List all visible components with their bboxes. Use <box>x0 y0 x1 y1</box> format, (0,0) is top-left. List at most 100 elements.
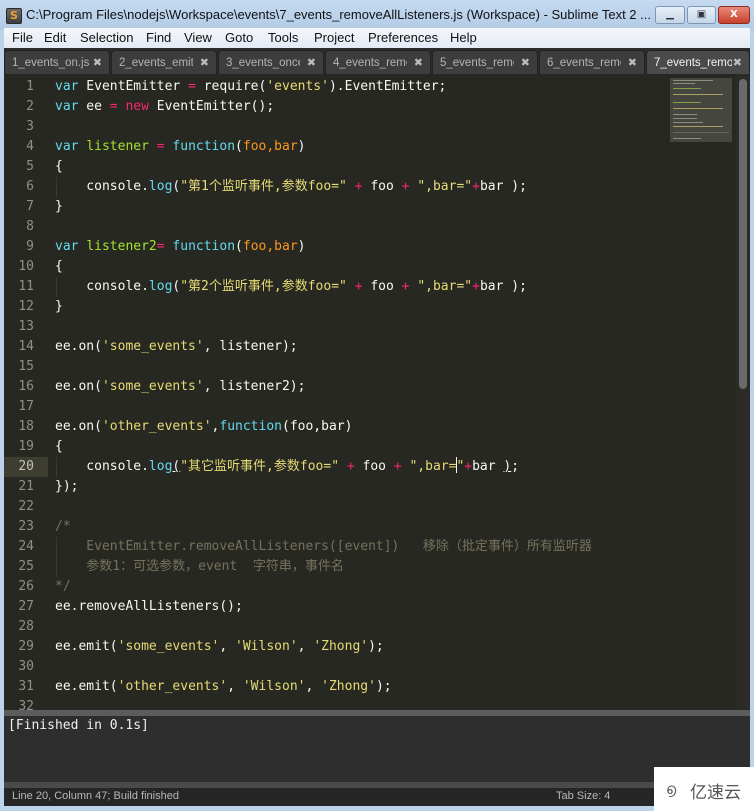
token: , listener); <box>203 339 298 354</box>
tab-close-icon[interactable]: ✖ <box>628 56 637 69</box>
scrollbar-thumb[interactable] <box>739 79 747 389</box>
build-output-panel[interactable]: [Finished in 0.1s] <box>4 716 750 782</box>
title-bar: S C:\Program Files\nodejs\Workspace\even… <box>0 0 754 30</box>
tab-close-icon[interactable]: ✖ <box>307 56 316 69</box>
minimap-line <box>673 126 723 127</box>
token: 'Zhong' <box>321 679 376 694</box>
token: EventEmitter <box>78 79 189 94</box>
tab-4-events-remove[interactable]: 4_events_remo ✖ <box>325 50 431 74</box>
code-line-13: 13 <box>4 317 664 337</box>
minimize-button[interactable]: ▁ <box>655 6 685 24</box>
tab-6-events-remove[interactable]: 6_events_remo ✖ <box>539 50 645 74</box>
code-line-11: 11 console.log("第2个监听事件,参数foo=" + foo + … <box>4 277 664 297</box>
code-line-17: 17 <box>4 397 664 417</box>
menu-preferences[interactable]: Preferences <box>368 30 438 45</box>
indent-guide <box>56 277 57 297</box>
minimap-line <box>673 88 701 89</box>
line-number: 1 <box>26 79 34 94</box>
menu-goto[interactable]: Goto <box>225 30 253 45</box>
line-number: 25 <box>18 559 34 574</box>
minimap-line <box>673 83 695 84</box>
sublime-app-icon[interactable]: S <box>6 8 22 24</box>
tab-5-events-remove[interactable]: 5_events_remo ✖ <box>432 50 538 74</box>
menu-help[interactable]: Help <box>450 30 477 45</box>
token: ee.on( <box>55 419 102 434</box>
token: + <box>393 459 402 474</box>
token: 'other_events' <box>117 679 228 694</box>
line-number: 17 <box>18 399 34 414</box>
token: EventEmitter(); <box>148 99 275 114</box>
token: console. <box>55 179 149 194</box>
token: ) <box>297 239 306 254</box>
tab-3-events-once[interactable]: 3_events_once.js ✖ <box>218 50 324 74</box>
menu-file[interactable]: File <box>12 30 33 45</box>
tab-close-icon[interactable]: ✖ <box>521 56 530 69</box>
tab-label: 3_events_once.js <box>226 57 300 69</box>
tab-2-events-emit[interactable]: 2_events_emit.js ✖ <box>111 50 217 74</box>
token: = <box>188 79 196 94</box>
line-number: 18 <box>18 419 34 434</box>
token: console. <box>55 279 149 294</box>
tab-label: 7_events_remo <box>654 57 732 69</box>
line-number: 2 <box>26 99 34 114</box>
line-number: 32 <box>18 699 34 710</box>
status-tab-size[interactable]: Tab Size: 4 <box>556 790 610 802</box>
line-number: 16 <box>18 379 34 394</box>
token: , <box>305 679 322 694</box>
token: foo <box>362 179 402 194</box>
line-number: 12 <box>18 299 34 314</box>
tab-label: 2_events_emit.js <box>119 57 193 69</box>
token: + <box>464 459 473 474</box>
minimap-line <box>673 108 723 109</box>
menu-selection[interactable]: Selection <box>80 30 133 45</box>
token: var <box>55 79 79 94</box>
token: require( <box>195 79 267 94</box>
token: function <box>172 239 236 254</box>
tab-1-events-on[interactable]: 1_events_on.js ✖ <box>4 50 110 74</box>
tab-close-icon[interactable]: ✖ <box>414 56 423 69</box>
tab-close-icon[interactable]: ✖ <box>200 56 209 69</box>
line-number: 9 <box>26 239 34 254</box>
token: ); <box>368 639 384 654</box>
line-number: 20 <box>18 459 34 474</box>
token: var <box>55 239 79 254</box>
code-editor[interactable]: 1 var EventEmitter = require('events').Ev… <box>4 74 750 710</box>
cloud-logo-icon: ൭ <box>666 780 677 798</box>
line-number: 29 <box>18 639 34 654</box>
menu-find[interactable]: Find <box>146 30 171 45</box>
line-number: 6 <box>26 179 34 194</box>
token: var <box>55 139 79 154</box>
token: ee.removeAllListeners(); <box>55 599 243 614</box>
window-title: C:\Program Files\nodejs\Workspace\events… <box>26 7 651 22</box>
token: , <box>297 639 314 654</box>
token: "第1个监听事件,参数foo=" <box>180 179 347 194</box>
code-line-30: 30 <box>4 657 664 677</box>
minimap[interactable] <box>670 78 732 142</box>
menu-tools[interactable]: Tools <box>268 30 298 45</box>
code-line-14: 14 ee.on('some_events', listener); <box>4 337 664 357</box>
token: foo,bar <box>242 239 298 254</box>
menu-bar: File Edit Selection Find View Goto Tools… <box>4 28 750 49</box>
tab-close-icon[interactable]: ✖ <box>733 56 742 69</box>
line-number: 19 <box>18 439 34 454</box>
line-number: 5 <box>26 159 34 174</box>
tab-7-events-remove-active[interactable]: 7_events_remo ✖ <box>646 50 750 74</box>
line-number: 13 <box>18 319 34 334</box>
maximize-button[interactable]: ▣ <box>687 6 716 24</box>
token: ",bar= <box>409 459 457 474</box>
code-line-28: 28 <box>4 617 664 637</box>
token: ( <box>235 239 243 254</box>
menu-project[interactable]: Project <box>314 30 354 45</box>
code-line-2: 2 var ee = new EventEmitter(); <box>4 97 664 117</box>
token: ee.emit( <box>55 679 118 694</box>
menu-edit[interactable]: Edit <box>44 30 66 45</box>
comment: /* <box>55 519 71 534</box>
tab-bar: 1_events_on.js ✖ 2_events_emit.js ✖ 3_ev… <box>4 48 750 74</box>
menu-view[interactable]: View <box>184 30 212 45</box>
code-line-10: 10 { <box>4 257 664 277</box>
token: 'events' <box>266 79 329 94</box>
token: = <box>156 139 165 154</box>
token: , listener2); <box>203 379 306 394</box>
close-button[interactable]: X <box>718 6 750 24</box>
tab-close-icon[interactable]: ✖ <box>93 56 102 69</box>
